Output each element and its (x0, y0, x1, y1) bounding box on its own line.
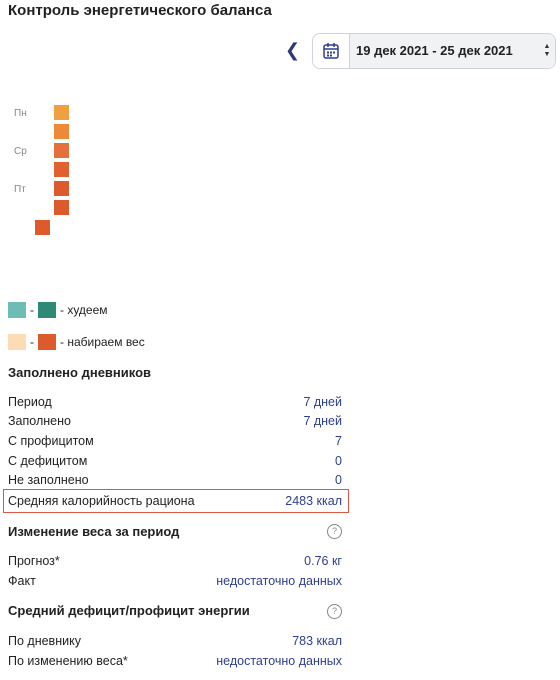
stat-value[interactable]: 0.76 кг (304, 554, 342, 568)
stat-value[interactable]: 7 дней (303, 395, 342, 409)
date-range-select[interactable]: 19 дек 2021 - 25 дек 2021 ▲ ▼ (312, 33, 556, 69)
legend-swatch-light (8, 302, 26, 318)
stat-row: Не заполнено 0 (8, 473, 342, 487)
select-arrows-icon[interactable]: ▲ ▼ (539, 34, 555, 68)
legend-swatch-dark (38, 302, 56, 318)
calendar-day-cell[interactable] (54, 105, 69, 120)
stat-value[interactable]: 0 (335, 473, 342, 487)
question-circle-icon[interactable]: ? (327, 524, 342, 539)
stat-row-highlighted: Средняя калорийность рациона 2483 ккал (8, 494, 342, 508)
legend-swatch-light (8, 334, 26, 350)
calendar-day-cell[interactable] (35, 220, 50, 235)
stat-row: С дефицитом 0 (8, 454, 342, 468)
date-range-value[interactable]: 19 дек 2021 - 25 дек 2021 (350, 34, 539, 68)
stat-label: Не заполнено (8, 473, 89, 487)
calendar-day-cell[interactable] (54, 143, 69, 158)
calendar-day-cell[interactable] (54, 200, 69, 215)
page-title: Контроль энергетического баланса (8, 2, 272, 19)
stat-label: Факт (8, 574, 36, 588)
stat-row: Факт недостаточно данных (8, 574, 342, 588)
calendar-icon[interactable] (313, 34, 350, 68)
stat-value[interactable]: 7 (335, 434, 342, 448)
stat-value[interactable]: 7 дней (303, 414, 342, 428)
legend-gain-text: - набираем вес (60, 335, 145, 349)
legend-gain: - - набираем вес (8, 334, 145, 350)
legend-swatch-dark (38, 334, 56, 350)
stat-value[interactable]: 2483 ккал (285, 494, 342, 508)
stat-row: Заполнено 7 дней (8, 414, 342, 428)
stat-value[interactable]: недостаточно данных (216, 574, 342, 588)
stat-row: Прогноз* 0.76 кг (8, 554, 342, 568)
calendar-day-cell[interactable] (54, 181, 69, 196)
stat-row: Период 7 дней (8, 395, 342, 409)
stat-row: С профицитом 7 (8, 434, 342, 448)
stat-value[interactable]: недостаточно данных (216, 654, 342, 668)
stat-row: По изменению веса* недостаточно данных (8, 654, 342, 668)
question-circle-icon[interactable]: ? (327, 604, 342, 619)
legend-lose-text: - худеем (60, 303, 108, 317)
stat-row: По дневнику 783 ккал (8, 634, 342, 648)
chevron-left-icon[interactable]: ❮ (285, 40, 300, 60)
stat-label: Прогноз* (8, 554, 60, 568)
energy-heading: Средний дефицит/профицит энергии (8, 603, 250, 618)
calendar-day-cell[interactable] (54, 124, 69, 139)
legend-lose: - - худеем (8, 302, 108, 318)
stat-label: Заполнено (8, 414, 71, 428)
day-label-wed: Ср (14, 146, 27, 157)
day-label-fri: Пт (14, 184, 26, 195)
stat-label: Период (8, 395, 52, 409)
stat-label: С дефицитом (8, 454, 88, 468)
diaries-heading: Заполнено дневников (8, 365, 152, 380)
stat-label: Средняя калорийность рациона (8, 494, 195, 508)
stat-label: С профицитом (8, 434, 94, 448)
calendar-day-cell[interactable] (54, 162, 69, 177)
weight-heading: Изменение веса за период (8, 524, 180, 539)
day-label-mon: Пн (14, 108, 27, 119)
stat-label: По изменению веса* (8, 654, 128, 668)
stat-label: По дневнику (8, 634, 81, 648)
stat-value[interactable]: 783 ккал (292, 634, 342, 648)
stat-value[interactable]: 0 (335, 454, 342, 468)
